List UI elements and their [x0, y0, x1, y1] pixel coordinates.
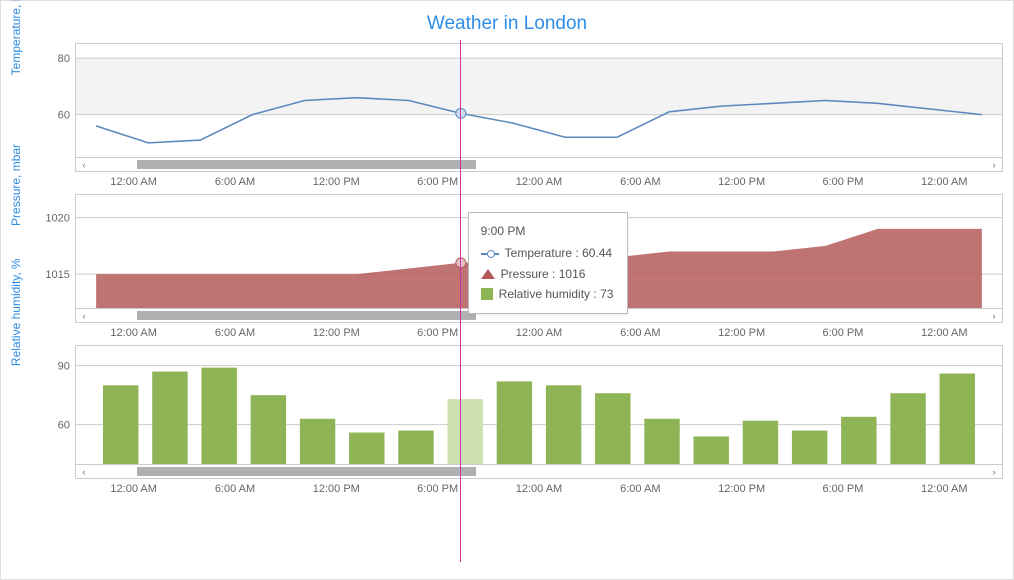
temperature-plot[interactable]: 8060: [75, 43, 1003, 158]
tooltip-label: Temperature : 60.44: [505, 243, 612, 263]
tooltip-row-pressure: Pressure : 1016: [481, 264, 614, 284]
pressure-ylabel: Pressure, mbar: [9, 143, 23, 225]
bar-swatch-icon: [481, 288, 493, 300]
scroll-left-icon[interactable]: ‹: [76, 309, 92, 322]
svg-text:60: 60: [58, 420, 70, 432]
tooltip-row-humidity: Relative humidity : 73: [481, 284, 614, 304]
svg-text:90: 90: [58, 361, 70, 373]
area-swatch-icon: [481, 269, 495, 279]
scroll-thumb[interactable]: [137, 311, 477, 320]
temperature-ylabel: Temperature, F: [9, 0, 23, 75]
tooltip-time: 9:00 PM: [481, 221, 614, 241]
scroll-right-icon[interactable]: ›: [986, 465, 1002, 478]
humidity-ylabel: Relative humidity, %: [9, 258, 23, 366]
humidity-scrollbar[interactable]: ‹ ›: [75, 465, 1003, 479]
line-swatch-icon: [481, 253, 499, 255]
humidity-plot[interactable]: 9060: [75, 345, 1003, 465]
tooltip-label: Pressure : 1016: [501, 264, 586, 284]
tooltip-row-temperature: Temperature : 60.44: [481, 243, 614, 263]
tooltip-label: Relative humidity : 73: [499, 284, 614, 304]
scroll-left-icon[interactable]: ‹: [76, 465, 92, 478]
pressure-xticks: 12:00 AM6:00 AM12:00 PM6:00 PM12:00 AM6:…: [75, 323, 1003, 339]
crosshair-tooltip: 9:00 PM Temperature : 60.44 Pressure : 1…: [468, 212, 629, 314]
chart-title: Weather in London: [11, 13, 1003, 35]
scroll-track[interactable]: [92, 467, 986, 476]
scroll-track[interactable]: [92, 160, 986, 169]
svg-text:80: 80: [58, 53, 70, 65]
temperature-xticks: 12:00 AM6:00 AM12:00 PM6:00 PM12:00 AM6:…: [75, 172, 1003, 188]
temperature-scrollbar[interactable]: ‹ ›: [75, 158, 1003, 172]
scroll-thumb[interactable]: [137, 467, 477, 476]
humidity-xticks: 12:00 AM6:00 AM12:00 PM6:00 PM12:00 AM6:…: [75, 479, 1003, 495]
svg-text:1015: 1015: [45, 269, 70, 281]
scroll-right-icon[interactable]: ›: [986, 158, 1002, 171]
svg-text:1020: 1020: [45, 213, 70, 225]
scroll-thumb[interactable]: [137, 160, 477, 169]
svg-text:60: 60: [58, 110, 70, 122]
scroll-right-icon[interactable]: ›: [986, 309, 1002, 322]
humidity-chart: Relative humidity, % 9060 ‹ › 12:00 AM6:…: [11, 345, 1003, 495]
temperature-chart: Temperature, F 8060 ‹ › 12:00 AM6:00 AM1…: [11, 43, 1003, 188]
scroll-left-icon[interactable]: ‹: [76, 158, 92, 171]
